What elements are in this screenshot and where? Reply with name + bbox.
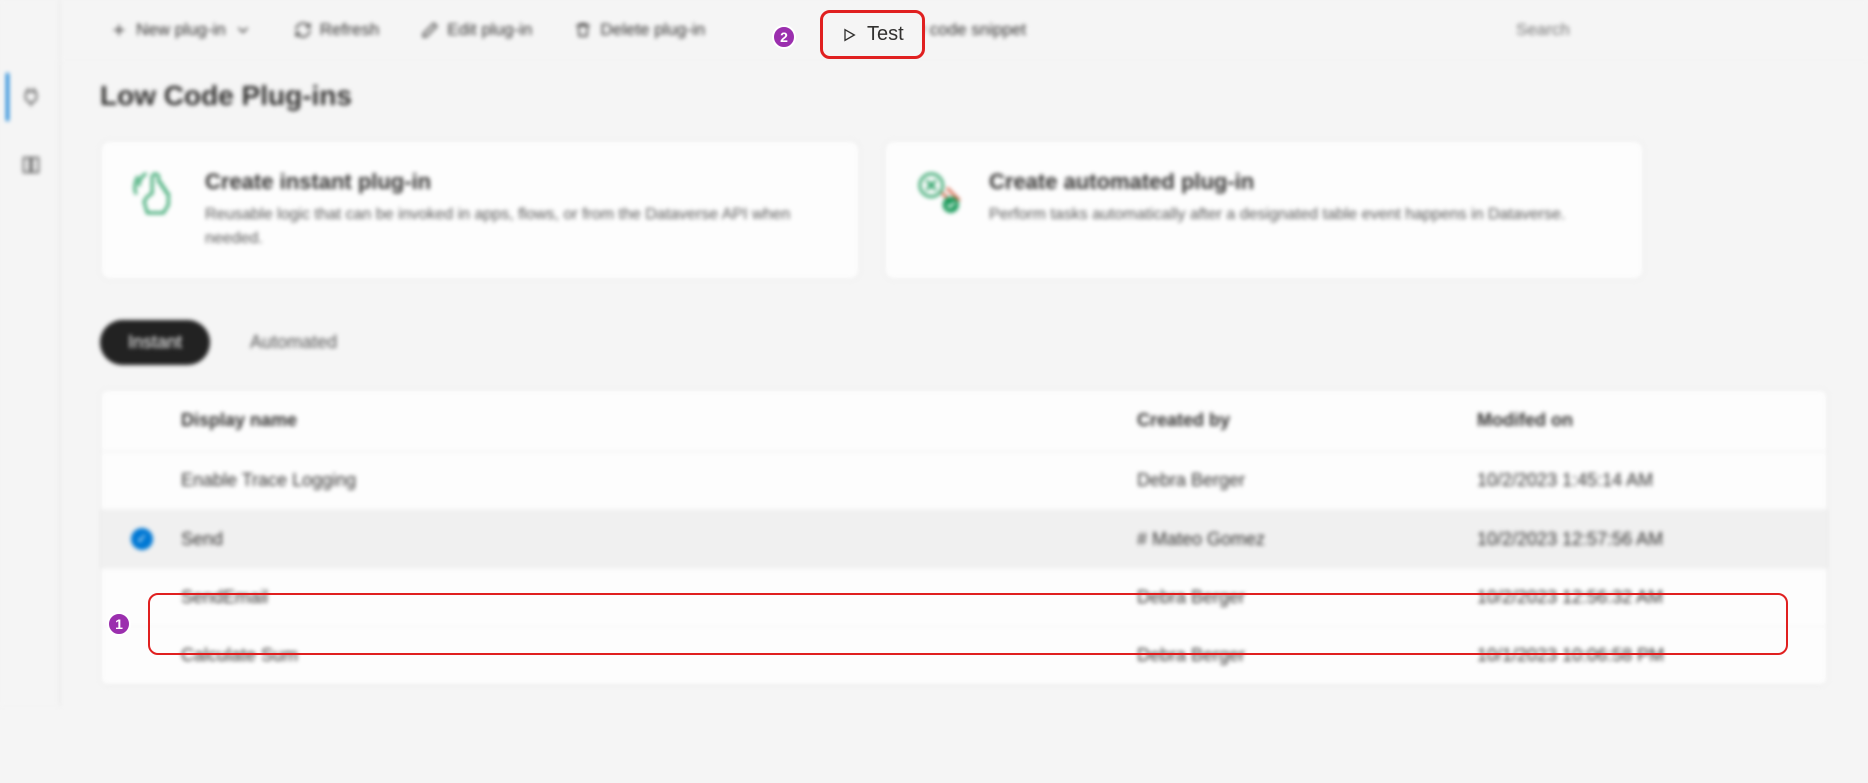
col-header-name[interactable]: Display name — [181, 410, 1137, 431]
refresh-button[interactable]: Refresh — [284, 12, 390, 48]
row-modified: 10/2/2023 1:45:14 AM — [1477, 470, 1797, 491]
table-row[interactable]: Enable Trace Logging Debra Berger 10/2/2… — [101, 452, 1827, 510]
plugin-table: Display name Created by Modifed on Enabl… — [100, 389, 1828, 686]
row-check[interactable]: ✓ — [131, 528, 181, 550]
callout-badge-2: 2 — [772, 25, 796, 49]
search-input[interactable] — [1508, 12, 1828, 48]
row-created: Debra Berger — [1137, 645, 1477, 666]
check-icon: ✓ — [131, 528, 153, 550]
rail-tab-book[interactable] — [6, 141, 54, 189]
refresh-label: Refresh — [320, 20, 380, 40]
left-rail — [0, 0, 60, 706]
row-created: Debra Berger — [1137, 587, 1477, 608]
row-name: Send — [181, 529, 1137, 550]
row-modified: 10/2/2023 12:57:56 AM — [1477, 529, 1797, 550]
tab-automated[interactable]: Automated — [222, 320, 365, 365]
chevron-down-icon — [234, 21, 252, 39]
cards-row: Create instant plug-in Reusable logic th… — [100, 140, 1828, 280]
card-instant-plugin[interactable]: Create instant plug-in Reusable logic th… — [100, 140, 860, 280]
card-automated-desc: Perform tasks automatically after a desi… — [989, 203, 1613, 227]
test-label: Test — [867, 23, 904, 46]
content: Low Code Plug-ins Create instant plug-in… — [60, 60, 1868, 706]
row-name: SendEmail — [181, 587, 1137, 608]
delete-label: Delete plug-in — [600, 20, 705, 40]
main-area: New plug-in Refresh Edit plug-in Delete … — [60, 0, 1868, 706]
page-title: Low Code Plug-ins — [100, 80, 1828, 112]
rail-tab-plugins[interactable] — [6, 73, 54, 121]
card-automated-plugin[interactable]: Create automated plug-in Perform tasks a… — [884, 140, 1644, 280]
plug-icon — [915, 169, 967, 221]
table-header: Display name Created by Modifed on — [101, 390, 1827, 452]
hamburger-menu-icon[interactable] — [22, 14, 38, 53]
toolbar: New plug-in Refresh Edit plug-in Delete … — [60, 0, 1868, 60]
col-header-created[interactable]: Created by — [1137, 410, 1477, 431]
col-header-modified[interactable]: Modifed on — [1477, 410, 1797, 431]
row-created: Debra Berger — [1137, 470, 1477, 491]
row-created: # Mateo Gomez — [1137, 529, 1477, 550]
edit-plugin-button[interactable]: Edit plug-in — [411, 12, 542, 48]
callout-badge-1: 1 — [107, 612, 131, 636]
table-row[interactable]: SendEmail Debra Berger 10/2/2023 12:56:3… — [101, 569, 1827, 627]
tab-instant[interactable]: Instant — [100, 320, 210, 365]
table-row[interactable]: Calculate Sum Debra Berger 10/1/2023 10:… — [101, 627, 1827, 685]
card-automated-title: Create automated plug-in — [989, 169, 1613, 195]
test-button[interactable]: Test — [820, 10, 925, 59]
row-name: Enable Trace Logging — [181, 470, 1137, 491]
tab-pills: Instant Automated — [100, 320, 1828, 365]
new-plugin-label: New plug-in — [136, 20, 226, 40]
card-instant-title: Create instant plug-in — [205, 169, 829, 195]
row-name: Calculate Sum — [181, 645, 1137, 666]
new-plugin-button[interactable]: New plug-in — [100, 12, 262, 48]
row-modified: 10/2/2023 12:56:32 AM — [1477, 587, 1797, 608]
row-modified: 10/1/2023 10:06:58 PM — [1477, 645, 1797, 666]
table-row-selected[interactable]: ✓ Send # Mateo Gomez 10/2/2023 12:57:56 … — [101, 510, 1827, 569]
play-icon — [841, 27, 857, 43]
edit-label: Edit plug-in — [447, 20, 532, 40]
delete-plugin-button[interactable]: Delete plug-in — [564, 12, 715, 48]
tap-icon — [131, 169, 183, 221]
card-instant-desc: Reusable logic that can be invoked in ap… — [205, 203, 829, 251]
